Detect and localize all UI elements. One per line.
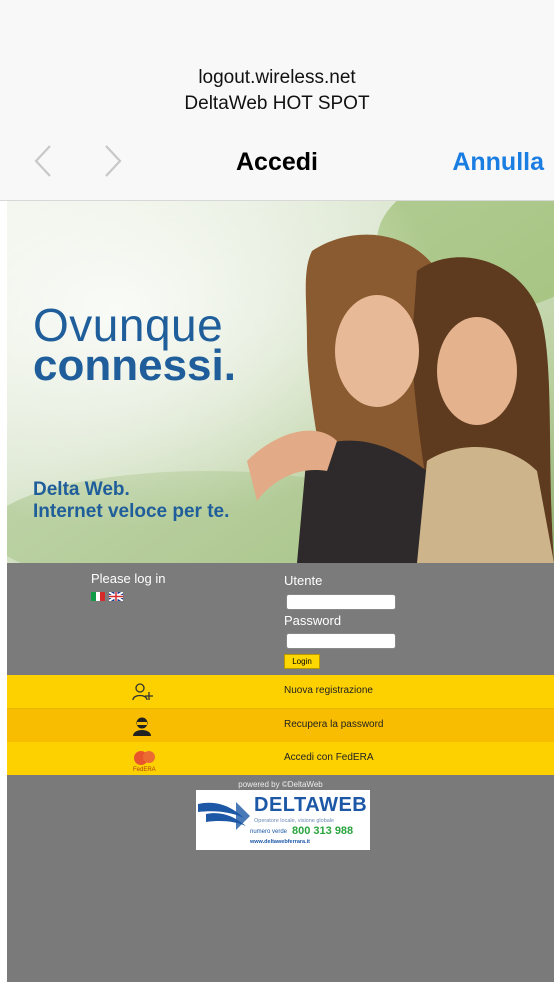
deltaweb-logo: DELTAWEB Operatore locale, visione globa…	[196, 790, 370, 850]
deltaweb-swoosh-icon	[198, 802, 250, 830]
powered-by: powered by ©DeltaWeb	[238, 780, 323, 789]
it-flag-icon[interactable]	[91, 588, 105, 601]
logo-subtitle: Operatore locale, visione globale	[254, 818, 335, 824]
phone-label: numero verde	[250, 829, 288, 835]
hero-banner: Ovunque connessi. Delta Web. Internet ve…	[7, 201, 554, 563]
menu-item-label: Accedi con FedERA	[284, 752, 374, 763]
browser-header: logout.wireless.net DeltaWeb HOT SPOT Ac…	[0, 0, 554, 201]
page-url: logout.wireless.net	[198, 67, 356, 88]
username-input[interactable]	[286, 594, 396, 610]
hero-headline-line2: connessi.	[33, 341, 236, 390]
logo-title: DELTAWEB	[254, 794, 368, 816]
password-input[interactable]	[286, 633, 396, 649]
menu-item-federa[interactable]: FedERA Accedi con FedERA	[7, 742, 554, 775]
site-name: DeltaWeb HOT SPOT	[184, 93, 370, 114]
menu-item-label: Nuova registrazione	[284, 685, 373, 696]
add-user-icon	[132, 682, 154, 707]
login-button[interactable]: Login	[284, 654, 320, 669]
website-url: www.deltawebferrara.it	[250, 839, 311, 845]
phone-number: 800 313 988	[292, 825, 354, 837]
menu-item-label: Recupera la password	[284, 719, 384, 730]
hero-tagline-line1: Delta Web.	[33, 479, 130, 500]
login-form: Please log in Utente Password Login	[7, 563, 554, 675]
cancel-button[interactable]: Annulla	[452, 148, 544, 177]
hero-tagline-line2: Internet veloce per te.	[33, 501, 230, 522]
language-flags	[91, 588, 124, 606]
menu-item-registration[interactable]: Nuova registrazione	[7, 675, 554, 709]
federa-icon: FedERA	[132, 749, 158, 778]
password-label: Password	[284, 613, 342, 628]
user-silhouette-icon	[132, 716, 152, 741]
svg-text:FedERA: FedERA	[133, 767, 156, 773]
portal-content: Ovunque connessi. Delta Web. Internet ve…	[7, 201, 554, 982]
login-prompt: Please log in	[91, 571, 166, 586]
username-label: Utente	[284, 573, 323, 588]
menu-item-recover-password[interactable]: Recupera la password	[7, 709, 554, 742]
uk-flag-icon[interactable]	[108, 588, 124, 602]
